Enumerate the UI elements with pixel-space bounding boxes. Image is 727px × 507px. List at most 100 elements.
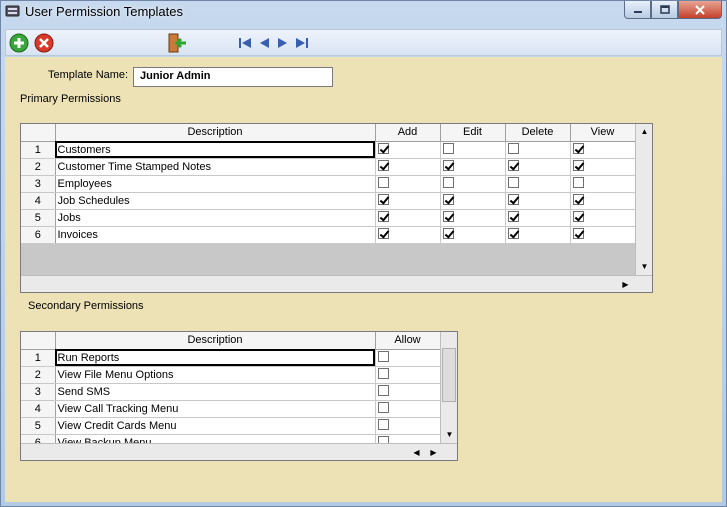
row-number: 5 [21,417,56,435]
view-checkbox[interactable] [572,194,584,206]
table-row[interactable]: 5 View Credit Cards Menu [21,417,441,435]
table-row[interactable]: 3 Employees [21,175,636,193]
add-checkbox[interactable] [377,160,389,172]
scroll-left-icon[interactable]: ◀ [409,445,424,460]
edit-checkbox[interactable] [442,143,454,155]
description-cell[interactable]: Jobs [55,209,376,227]
last-record-button[interactable] [293,32,311,54]
view-checkbox[interactable] [572,143,584,155]
previous-record-icon [260,38,269,48]
edit-cell [440,141,506,159]
add-cell [375,175,441,193]
view-checkbox[interactable] [572,177,584,189]
table-row[interactable]: 1 Run Reports [21,349,441,367]
description-column-header[interactable]: Description [55,124,376,142]
delete-button[interactable] [33,32,55,54]
minimize-button[interactable] [624,1,651,19]
table-row[interactable]: 2 Customer Time Stamped Notes [21,158,636,176]
allow-checkbox[interactable] [377,385,389,397]
allow-checkbox[interactable] [377,402,389,414]
primary-permissions-label: Primary Permissions [20,93,121,105]
view-checkbox[interactable] [572,160,584,172]
add-column-header[interactable]: Add [375,124,441,142]
scroll-down-icon[interactable]: ▼ [442,427,457,442]
description-cell[interactable]: View File Menu Options [55,366,376,384]
add-button[interactable] [8,32,30,54]
allow-cell [375,349,441,367]
view-cell [570,141,636,159]
first-record-button[interactable] [236,32,254,54]
delete-cell [505,141,571,159]
row-number-header [21,332,56,350]
row-number: 2 [21,366,56,384]
description-cell[interactable]: Job Schedules [55,192,376,210]
edit-checkbox[interactable] [442,228,454,240]
view-checkbox[interactable] [572,211,584,223]
edit-checkbox[interactable] [442,194,454,206]
view-cell [570,226,636,244]
allow-checkbox[interactable] [377,368,389,380]
description-cell[interactable]: Customer Time Stamped Notes [55,158,376,176]
edit-checkbox[interactable] [442,160,454,172]
scroll-right-icon[interactable]: ▶ [426,445,441,460]
table-row[interactable]: 3 Send SMS [21,383,441,401]
description-cell[interactable]: Run Reports [55,349,376,367]
close-window-button[interactable] [678,1,722,19]
delete-cell [505,226,571,244]
template-name-input[interactable]: Junior Admin [133,67,333,87]
table-row[interactable]: 1 Customers [21,141,636,159]
edit-checkbox[interactable] [442,177,454,189]
primary-horizontal-scrollbar[interactable]: ▶ [21,275,652,292]
previous-record-button[interactable] [255,32,273,54]
scroll-up-icon[interactable]: ▲ [637,124,652,139]
delete-checkbox[interactable] [507,228,519,240]
delete-checkbox[interactable] [507,177,519,189]
table-row[interactable]: 4 Job Schedules [21,192,636,210]
table-row[interactable]: 2 View File Menu Options [21,366,441,384]
description-cell[interactable]: Customers [55,141,376,159]
primary-vertical-scrollbar[interactable]: ▲ ▼ [635,124,652,275]
delete-x-icon [34,33,54,53]
title-bar: User Permission Templates [1,1,726,23]
allow-checkbox[interactable] [377,419,389,431]
secondary-vertical-scrollbar[interactable]: ▼ [440,332,457,443]
description-cell[interactable]: Employees [55,175,376,193]
delete-checkbox[interactable] [507,160,519,172]
view-column-header[interactable]: View [570,124,636,142]
scroll-down-icon[interactable]: ▼ [637,259,652,274]
add-checkbox[interactable] [377,177,389,189]
scroll-right-icon[interactable]: ▶ [618,277,633,292]
delete-checkbox[interactable] [507,211,519,223]
delete-checkbox[interactable] [507,194,519,206]
description-column-header[interactable]: Description [55,332,376,350]
table-row[interactable]: 4 View Call Tracking Menu [21,400,441,418]
description-cell[interactable]: View Call Tracking Menu [55,400,376,418]
next-record-icon [278,38,287,48]
scroll-thumb[interactable] [442,348,456,402]
edit-cell [440,226,506,244]
add-checkbox[interactable] [377,143,389,155]
allow-checkbox[interactable] [377,351,389,363]
table-row[interactable]: 6 Invoices [21,226,636,244]
row-number: 5 [21,209,56,227]
allow-cell [375,400,441,418]
row-number: 6 [21,226,56,244]
exit-button[interactable] [166,32,188,54]
view-checkbox[interactable] [572,228,584,240]
delete-column-header[interactable]: Delete [505,124,571,142]
description-cell[interactable]: View Credit Cards Menu [55,417,376,435]
add-checkbox[interactable] [377,228,389,240]
edit-checkbox[interactable] [442,211,454,223]
description-cell[interactable]: Invoices [55,226,376,244]
delete-cell [505,209,571,227]
add-checkbox[interactable] [377,194,389,206]
table-row[interactable]: 5 Jobs [21,209,636,227]
next-record-button[interactable] [274,32,292,54]
edit-column-header[interactable]: Edit [440,124,506,142]
delete-checkbox[interactable] [507,143,519,155]
description-cell[interactable]: Send SMS [55,383,376,401]
maximize-button[interactable] [651,1,678,19]
allow-column-header[interactable]: Allow [375,332,441,350]
add-checkbox[interactable] [377,211,389,223]
secondary-horizontal-scrollbar[interactable]: ◀ ▶ [21,443,457,460]
